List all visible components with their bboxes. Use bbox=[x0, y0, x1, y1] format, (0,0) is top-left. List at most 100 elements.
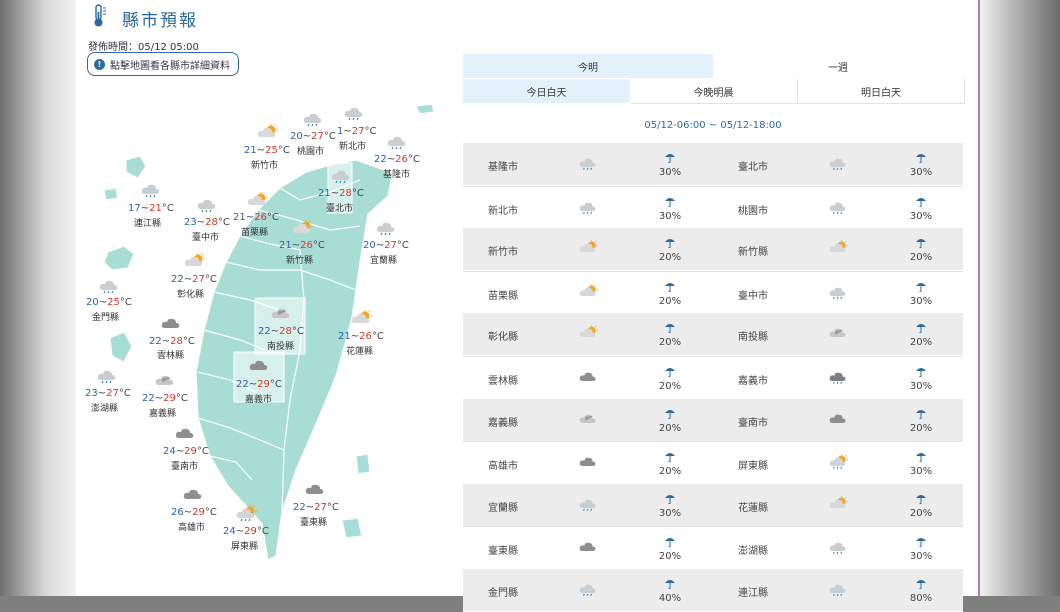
county-name[interactable]: 新北市 bbox=[488, 202, 518, 217]
county-name[interactable]: 澎湖縣 bbox=[738, 542, 768, 557]
map-city-label[interactable]: 新竹市 bbox=[251, 160, 278, 172]
map-city-label[interactable]: 臺中市 bbox=[192, 232, 219, 244]
table-row[interactable]: 新竹市 20% 新竹縣 20% bbox=[463, 228, 963, 272]
cloud-rain-icon bbox=[829, 584, 846, 596]
sun-cloud-icon bbox=[579, 325, 598, 338]
low-temp: 21 bbox=[279, 240, 292, 251]
temp-separator: ~ bbox=[256, 145, 266, 156]
cloud-rain-icon bbox=[579, 584, 596, 596]
county-name[interactable]: 新竹市 bbox=[488, 243, 518, 258]
table-row[interactable]: 高雄市 20% 屏東縣 30% bbox=[463, 441, 963, 486]
map-city-label[interactable]: 苗栗縣 bbox=[241, 227, 268, 239]
map-city-label[interactable]: 彰化縣 bbox=[177, 289, 204, 301]
cloud-rain-icon bbox=[579, 499, 596, 511]
map-city-label[interactable]: 臺南市 bbox=[171, 461, 198, 473]
sun-cloud-icon bbox=[829, 496, 848, 508]
county-name[interactable]: 桃園市 bbox=[738, 202, 768, 217]
county-name[interactable]: 南投縣 bbox=[738, 328, 768, 343]
cloud-icon bbox=[155, 375, 174, 385]
table-row[interactable]: 彰化縣 20% 南投縣 20% bbox=[463, 313, 963, 357]
map-city-label[interactable]: 金門縣 bbox=[92, 312, 119, 324]
county-name[interactable]: 雲林縣 bbox=[488, 372, 518, 387]
county-name[interactable]: 嘉義市 bbox=[738, 372, 768, 387]
sun-cloud-icon bbox=[257, 124, 278, 137]
county-name[interactable]: 臺中市 bbox=[738, 287, 768, 302]
sun-cloud-icon bbox=[351, 310, 372, 323]
table-row[interactable]: 金門縣 40% 連江縣 80% bbox=[463, 569, 963, 612]
county-name[interactable]: 花蓮縣 bbox=[738, 499, 768, 514]
cloud-icon bbox=[829, 329, 846, 338]
table-row[interactable]: 新北市 30% 桃園市 30% bbox=[463, 185, 963, 230]
county-name[interactable]: 屏東縣 bbox=[738, 457, 768, 472]
map-city-label[interactable]: 臺東縣 bbox=[300, 517, 327, 529]
high-temp: 29 bbox=[257, 379, 270, 390]
rain-probability: 20% bbox=[658, 252, 682, 264]
map-temp-3: 22~26°C bbox=[374, 154, 420, 166]
county-name[interactable]: 金門縣 bbox=[488, 584, 518, 599]
map-city-label[interactable]: 澎湖縣 bbox=[91, 403, 118, 415]
county-name[interactable]: 新竹縣 bbox=[738, 243, 768, 258]
cloud-rain-icon bbox=[387, 136, 406, 149]
map-city-label[interactable]: 花蓮縣 bbox=[346, 346, 373, 358]
temp-unit: °C bbox=[291, 326, 304, 337]
map-city-label[interactable]: 宜蘭縣 bbox=[370, 255, 397, 267]
tab-tonight[interactable]: 今晚明晨 bbox=[630, 79, 797, 104]
low-temp: 21 bbox=[338, 331, 351, 342]
tab-today-day[interactable]: 今日白天 bbox=[463, 79, 630, 103]
county-name[interactable]: 嘉義縣 bbox=[488, 414, 518, 429]
temp-separator: ~ bbox=[183, 507, 193, 518]
map-temp-2: 1~27°C bbox=[337, 126, 376, 138]
high-temp: 26 bbox=[395, 154, 408, 165]
map-city-label[interactable]: 嘉義市 bbox=[245, 394, 272, 406]
map-hint-button[interactable]: ! 點擊地圖看各縣市詳細資料 bbox=[87, 52, 239, 76]
cloud-rain-icon bbox=[344, 107, 363, 120]
low-temp: 17 bbox=[128, 203, 141, 214]
map-city-label[interactable]: 屏東縣 bbox=[231, 541, 258, 553]
table-row[interactable]: 雲林縣 20% 嘉義市 30% bbox=[463, 356, 963, 400]
thermometer-icon bbox=[94, 4, 106, 27]
umbrella-icon bbox=[665, 368, 675, 377]
county-name[interactable]: 臺東縣 bbox=[488, 542, 518, 557]
tab-tomorrow-day[interactable]: 明日白天 bbox=[797, 79, 965, 104]
map-city-label[interactable]: 嘉義縣 bbox=[149, 408, 176, 420]
dark-cloud-icon bbox=[579, 543, 596, 552]
map-city-label[interactable]: 基隆市 bbox=[383, 169, 410, 181]
map-city-label[interactable]: 新竹縣 bbox=[286, 255, 313, 267]
rain-probability: 20% bbox=[658, 381, 682, 392]
map-city-label[interactable]: 雲林縣 bbox=[157, 350, 184, 362]
map-city-label[interactable]: 桃園市 bbox=[297, 146, 324, 158]
county-name[interactable]: 臺南市 bbox=[738, 414, 768, 429]
county-name[interactable]: 苗栗縣 bbox=[488, 287, 518, 302]
umbrella-icon bbox=[665, 154, 675, 163]
table-row[interactable]: 臺東縣 20% 澎湖縣 30% bbox=[463, 526, 963, 571]
county-name[interactable]: 基隆市 bbox=[488, 158, 518, 173]
map-city-label[interactable]: 臺北市 bbox=[326, 203, 353, 215]
issued-time: 發佈時間：05/12 05:00 bbox=[88, 42, 199, 53]
umbrella-icon bbox=[665, 239, 675, 249]
umbrella-icon bbox=[916, 368, 926, 377]
map-temp-1: 20~27°C bbox=[290, 131, 336, 143]
rain-probability: 40% bbox=[658, 593, 682, 604]
table-row[interactable]: 苗栗縣 20% 臺中市 30% bbox=[463, 270, 963, 315]
map-city-label[interactable]: 連江縣 bbox=[134, 218, 161, 230]
umbrella-icon bbox=[665, 409, 675, 419]
table-row[interactable]: 宜蘭縣 30% 花蓮縣 20% bbox=[463, 483, 963, 527]
rain-probability: 30% bbox=[909, 295, 933, 307]
county-name[interactable]: 宜蘭縣 bbox=[488, 499, 518, 514]
umbrella-icon bbox=[916, 197, 926, 207]
map-city-label[interactable]: 南投縣 bbox=[267, 341, 294, 353]
map-city-label[interactable]: 高雄市 bbox=[178, 522, 205, 534]
county-name[interactable]: 臺北市 bbox=[738, 158, 768, 173]
county-name[interactable]: 連江縣 bbox=[738, 584, 768, 599]
map-city-label[interactable]: 新北市 bbox=[339, 141, 366, 153]
county-name[interactable]: 高雄市 bbox=[488, 457, 518, 472]
temp-separator: ~ bbox=[305, 502, 315, 513]
tab-today-tomorrow[interactable]: 今明 bbox=[463, 54, 713, 78]
table-row[interactable]: 嘉義縣 20% 臺南市 20% bbox=[463, 398, 963, 442]
low-temp: 20 bbox=[86, 297, 99, 308]
tab-week[interactable]: 一週 bbox=[713, 54, 963, 78]
county-name[interactable]: 彰化縣 bbox=[488, 328, 518, 343]
low-temp: 21 bbox=[244, 145, 257, 156]
low-temp: 23 bbox=[85, 388, 98, 399]
table-row[interactable]: 基隆市 30% 臺北市 30% bbox=[463, 143, 963, 186]
